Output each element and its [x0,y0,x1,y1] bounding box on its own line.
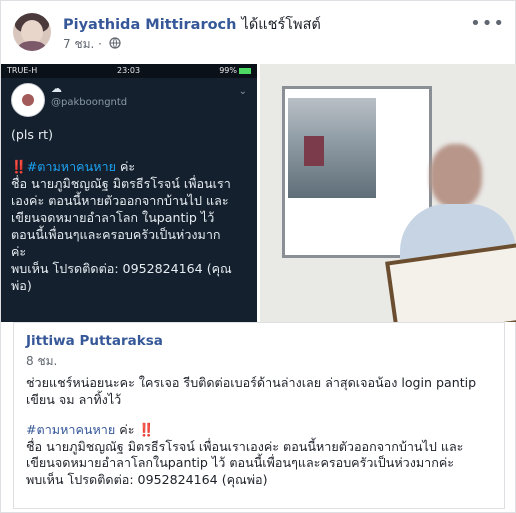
original-body-line: พบเห็น โปรดติดต่อ: 0952824164 (คุณพ่อ) [26,471,268,487]
battery-percent: 99% [219,66,237,75]
tweet-screenshot-image[interactable]: TRUE-H 23:03 99% ☁ @pakboongntd ⌄ (pls r… [1,64,257,322]
tweet-handle: @pakboongntd [51,97,128,108]
post-header: Piyathida Mittiraroch ได้แชร์โพสต์ 7 ชม.… [13,11,509,55]
original-post-text: ช่วยแชร์หน่อยนะคะ ใครเจอ รีบติดต่อเบอร์ด… [26,375,496,488]
phone-status-bar: TRUE-H 23:03 99% [1,64,257,78]
tweet-hashtag-suffix: ค่ะ [115,159,136,174]
double-exclamation-icon: ‼️ [138,422,155,437]
globe-icon [109,37,121,52]
meta-separator: · [98,37,102,51]
tweet-text: (pls rt) ‼️#ตามหาคนหาย ค่ะ ชื่อ นายภูมิช… [11,126,251,294]
tweet-line: เองค่ะ ตอนนี้หายตัวออกจากบ้านไป และ [11,193,229,208]
cloud-icon: ☁ [51,82,62,95]
battery-icon [239,67,251,74]
shared-post-card: Piyathida Mittiraroch ได้แชร์โพสต์ 7 ชม.… [0,0,516,513]
original-post-box: Jittiwa Puttaraksa 8 ชม. ช่วยแชร์หน่อยนะ… [13,322,505,509]
original-intro-line: ช่วยแชร์หน่อยนะคะ ใครเจอ รีบติดต่อเบอร์ด… [26,375,477,390]
post-action-text: ได้แชร์โพสต์ [241,17,321,33]
painting-canvas [288,98,376,198]
author-avatar[interactable] [13,13,51,51]
tweet-pls-rt: (pls rt) [11,127,53,142]
battery-indicator: 99% [219,66,251,75]
tweet-line: ชื่อ นายภูมิชญณัฐ มิตรธีรโรจน์ เพื่อนเรา [11,176,231,191]
tweet-avatar [11,83,45,117]
original-intro-line: เขียน จม ลาทิ้งไว้ [26,391,122,407]
original-timestamp[interactable]: 8 ชม. [26,352,57,371]
original-body-line: เขียนจดหมายอำลาโลกในpantip ไว้ ตอนนี้เพื… [26,455,455,470]
tweet-line: เขียนจดหมายอำลาโลก ในpantip ไว้ [11,210,215,225]
post-author-line: Piyathida Mittiraroch ได้แชร์โพสต์ [63,13,321,36]
original-hashtag-suffix: ค่ะ [115,422,139,437]
tweet-line: พ่อ) [11,278,32,293]
tweet-hashtag-line: ‼️#ตามหาคนหาย ค่ะ [11,158,251,175]
original-hashtag-line: #ตามหาคนหาย ค่ะ ‼️ [26,422,496,439]
blurred-face [430,144,482,208]
tweet-line: พบเห็น โปรดติดต่อ: 0952824164 (คุณ [11,261,232,276]
carrier-label: TRUE-H [7,66,38,75]
tweet-line: ตอนนี้เพื่อนๆและครอบครัวเป็นห่วงมาก [11,227,221,242]
tweet-line: ค่ะ [11,244,27,259]
post-timestamp[interactable]: 7 ชม. [63,37,94,51]
phone-clock: 23:03 [117,66,141,75]
original-body-line: ชื่อ นายภูมิชญณัฐ มิตรธีรโรจน์ เพื่อนเรา… [26,438,464,454]
person-photo-image[interactable] [260,64,516,322]
more-options-icon[interactable]: ••• [470,13,505,34]
tweet-hashtag: #ตามหาคนหาย [26,159,116,174]
original-hashtag[interactable]: #ตามหาคนหาย [26,422,115,437]
chevron-down-icon: ⌄ [238,86,247,97]
post-meta: 7 ชม. · [63,35,121,54]
painting-stairs [304,136,324,166]
original-author-name[interactable]: Jittiwa Puttaraksa [26,333,163,349]
double-exclamation-icon: ‼️ [11,159,27,174]
post-author-name[interactable]: Piyathida Mittiraroch [63,17,236,33]
